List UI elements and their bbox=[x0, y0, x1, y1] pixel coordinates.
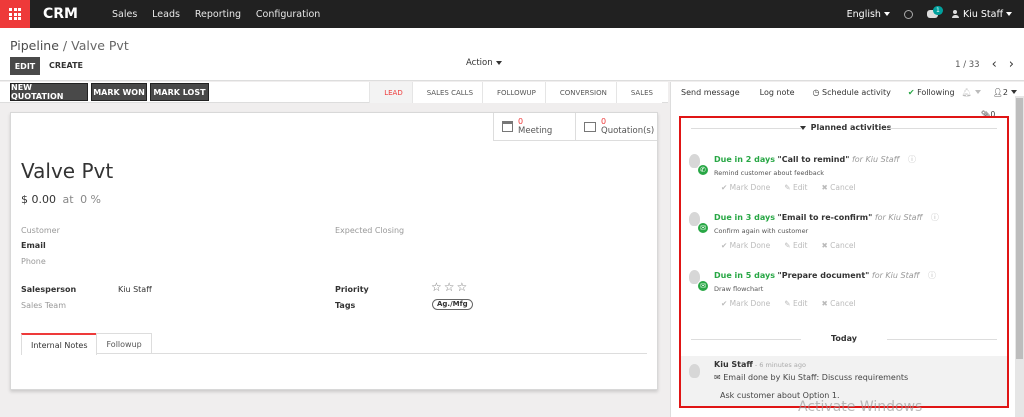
sales-team-label: Sales Team bbox=[21, 301, 66, 310]
menu-leads[interactable]: Leads bbox=[152, 9, 180, 20]
create-button[interactable]: CREATE bbox=[49, 61, 83, 70]
pager: 1 / 33 ‹ › bbox=[955, 58, 1014, 71]
cancel-activity-button[interactable]: ✖ Cancel bbox=[821, 183, 855, 192]
control-panel: Pipeline / Valve Pvt EDIT CREATE Action … bbox=[0, 28, 1024, 81]
clock-icon: ◷ bbox=[812, 87, 823, 97]
info-icon[interactable]: ⓘ bbox=[928, 271, 936, 280]
smart-buttons: 0 Meeting 0 Quotation(s) bbox=[493, 113, 657, 141]
action-dropdown[interactable]: Action bbox=[466, 58, 502, 68]
edit-activity-button[interactable]: ✎ Edit bbox=[784, 299, 807, 308]
mark-lost-button[interactable]: MARK LOST bbox=[150, 83, 209, 101]
chatter-panel: Send message Log note ◷ Schedule activit… bbox=[670, 82, 1024, 417]
menu-sales[interactable]: Sales bbox=[112, 9, 137, 20]
edit-activity-button[interactable]: ✎ Edit bbox=[784, 183, 807, 192]
chatter-topbar: Send message Log note ◷ Schedule activit… bbox=[671, 82, 1024, 102]
planned-activities-highlight: Planned activities ✆ Due in 2 days "Call… bbox=[679, 116, 1009, 408]
language-selector[interactable]: English bbox=[847, 9, 890, 20]
stage-conversion[interactable]: CONVERSION bbox=[544, 82, 616, 103]
planned-activities-toggle[interactable]: Planned activities bbox=[681, 123, 1007, 132]
windows-activation-watermark: Activate Windows bbox=[798, 399, 923, 415]
bell-icon[interactable]: 🔔︎ bbox=[962, 88, 981, 97]
quotations-smart-button[interactable]: 0 Quotation(s) bbox=[575, 113, 657, 141]
email-label: Email bbox=[21, 241, 46, 250]
calendar-icon bbox=[502, 121, 513, 132]
tags-label: Tags bbox=[335, 301, 356, 310]
app-brand: CRM bbox=[43, 6, 78, 22]
mark-done-button[interactable]: ✔ Mark Done bbox=[721, 241, 770, 250]
priority-label: Priority bbox=[335, 285, 369, 294]
pager-value[interactable]: 1 / 33 bbox=[955, 60, 980, 70]
chevron-down-icon bbox=[1010, 90, 1017, 94]
user-icon bbox=[951, 10, 959, 18]
followers-button[interactable]: 👤︎2 bbox=[993, 88, 1017, 97]
chevron-down-icon bbox=[799, 125, 806, 130]
lead-title[interactable]: Valve Pvt bbox=[21, 159, 113, 183]
following-button[interactable]: ✔ Following bbox=[908, 88, 955, 97]
user-menu[interactable]: Kiu Staff bbox=[951, 9, 1012, 20]
activity-item: ✉ Due in 5 days "Prepare document" for K… bbox=[681, 268, 1007, 322]
expected-revenue[interactable]: $ 0.00 at 0 % bbox=[21, 193, 101, 206]
chevron-right-icon[interactable]: › bbox=[1009, 58, 1014, 71]
activity-item: ✆ Due in 2 days "Call to remind" for Kiu… bbox=[681, 152, 1007, 206]
chat-icon[interactable]: 1 bbox=[926, 6, 943, 18]
send-message-button[interactable]: Send message bbox=[681, 88, 740, 97]
customer-label: Customer bbox=[21, 226, 60, 235]
priority-stars[interactable]: ☆☆☆ bbox=[431, 281, 469, 293]
salesperson-label: Salesperson bbox=[21, 285, 77, 294]
users-icon: 👤︎ bbox=[992, 87, 1003, 97]
mark-done-button[interactable]: ✔ Mark Done bbox=[721, 183, 770, 192]
notebook-tabs: Internal Notes Followup bbox=[21, 333, 647, 355]
apps-menu-icon[interactable] bbox=[0, 0, 30, 28]
envelope-icon: ✉ bbox=[697, 280, 709, 292]
breadcrumb: Pipeline / Valve Pvt bbox=[10, 38, 129, 53]
stage-sales-calls[interactable]: SALES CALLS bbox=[411, 82, 483, 103]
cancel-activity-button[interactable]: ✖ Cancel bbox=[821, 241, 855, 250]
salesperson-field[interactable]: Kiu Staff bbox=[118, 285, 152, 294]
menu-reporting[interactable]: Reporting bbox=[195, 9, 241, 20]
meeting-smart-button[interactable]: 0 Meeting bbox=[493, 113, 575, 141]
tab-internal-notes[interactable]: Internal Notes bbox=[21, 333, 98, 355]
top-navbar: CRM Sales Leads Reporting Configuration … bbox=[0, 0, 1024, 28]
phone-icon: ✆ bbox=[697, 164, 709, 176]
form-sheet: 0 Meeting 0 Quotation(s) Valve Pvt $ 0.00 … bbox=[10, 112, 658, 390]
info-icon[interactable]: ⓘ bbox=[908, 155, 916, 164]
chatter-scrollbar[interactable] bbox=[1015, 96, 1024, 417]
chevron-down-icon bbox=[1006, 12, 1012, 16]
clock-icon[interactable] bbox=[903, 9, 913, 19]
activity-item: ✉ Due in 3 days "Email to re-confirm" fo… bbox=[681, 210, 1007, 264]
expected-closing-label: Expected Closing bbox=[335, 226, 405, 235]
messages-badge: 1 bbox=[932, 6, 943, 15]
avatar bbox=[689, 364, 700, 378]
new-quotation-button[interactable]: NEW QUOTATION bbox=[10, 83, 88, 101]
chevron-down-icon bbox=[495, 60, 502, 65]
mark-won-button[interactable]: MARK WON bbox=[91, 83, 147, 101]
edit-activity-button[interactable]: ✎ Edit bbox=[784, 241, 807, 250]
stage-lead[interactable]: LEAD bbox=[369, 82, 412, 103]
cancel-activity-button[interactable]: ✖ Cancel bbox=[821, 299, 855, 308]
tab-followup[interactable]: Followup bbox=[96, 333, 152, 354]
stage-followup[interactable]: FOLLOWUP bbox=[482, 82, 545, 103]
mark-done-button[interactable]: ✔ Mark Done bbox=[721, 299, 770, 308]
envelope-icon: ✉ bbox=[697, 222, 709, 234]
chevron-down-icon bbox=[883, 12, 890, 16]
tag-badge[interactable]: Ag./Mfg bbox=[432, 299, 473, 310]
edit-icon bbox=[584, 121, 596, 132]
stage-pipeline: LEAD SALES CALLS FOLLOWUP CONVERSION SAL… bbox=[369, 82, 662, 103]
check-icon: ✔ bbox=[907, 87, 918, 97]
log-note-button[interactable]: Log note bbox=[760, 88, 795, 97]
edit-button[interactable]: EDIT bbox=[10, 57, 40, 75]
stage-sales[interactable]: SALES bbox=[615, 82, 662, 103]
phone-label: Phone bbox=[21, 257, 46, 266]
top-menu: Sales Leads Reporting Configuration bbox=[112, 9, 332, 20]
today-separator: Today bbox=[681, 334, 1007, 343]
chevron-left-icon[interactable]: ‹ bbox=[992, 58, 997, 71]
scrollbar-thumb[interactable] bbox=[1016, 98, 1023, 359]
breadcrumb-pipeline[interactable]: Pipeline bbox=[10, 38, 59, 53]
schedule-activity-button[interactable]: ◷ Schedule activity bbox=[813, 88, 891, 97]
form-statusbar: NEW QUOTATION MARK WON MARK LOST LEAD SA… bbox=[0, 82, 668, 103]
menu-configuration[interactable]: Configuration bbox=[256, 9, 320, 20]
breadcrumb-current: Valve Pvt bbox=[71, 38, 129, 53]
info-icon[interactable]: ⓘ bbox=[931, 213, 939, 222]
